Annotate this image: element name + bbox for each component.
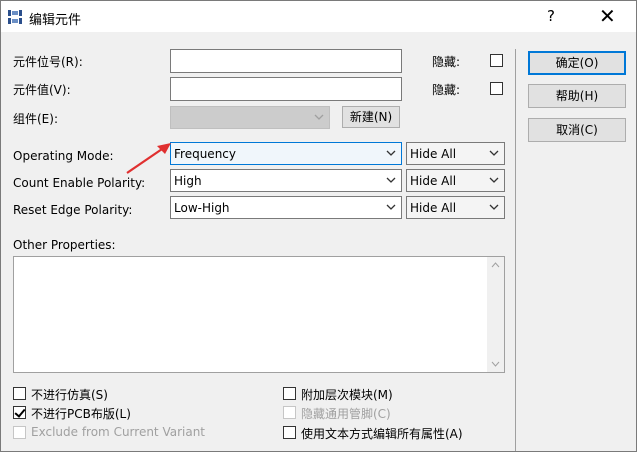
chevron-down-icon: [386, 177, 396, 183]
ok-button[interactable]: 确定(O): [528, 51, 626, 75]
chevron-down-icon: [489, 204, 499, 210]
other-properties-label: Other Properties:: [13, 238, 116, 252]
window-title: 编辑元件: [29, 13, 82, 28]
visibility-value: Hide All: [410, 147, 457, 161]
hide-common-pins-label: 隐藏通用管脚(C): [301, 407, 391, 421]
group-label: 组件(E):: [13, 112, 58, 126]
exclude-variant-label: Exclude from Current Variant: [31, 425, 206, 439]
chevron-down-icon: [386, 150, 396, 156]
hide-ref-checkbox[interactable]: [490, 54, 503, 67]
property-select-count-enable[interactable]: High: [170, 169, 402, 192]
property-value: Low-High: [174, 201, 230, 215]
visibility-select-count-enable[interactable]: Hide All: [406, 169, 505, 192]
visibility-value: Hide All: [410, 174, 457, 188]
separator: [515, 49, 516, 451]
close-icon[interactable]: ✕: [599, 4, 616, 28]
component-icon: [8, 10, 22, 24]
edit-all-text-checkbox[interactable]: [283, 426, 296, 439]
value-label: 元件值(V):: [13, 83, 71, 97]
attach-hier-label: 附加层次模块(M): [301, 388, 393, 402]
chevron-down-icon: [386, 204, 396, 210]
hide-label-value: 隐藏:: [432, 83, 461, 97]
edit-component-dialog: 编辑元件 ? ✕ 元件位号(R): 隐藏: 元件值(V): 隐藏: 组件(E):…: [0, 0, 637, 452]
exclude-sim-checkbox[interactable]: [13, 387, 26, 400]
visibility-select-reset-edge[interactable]: Hide All: [406, 196, 505, 219]
value-input[interactable]: [170, 77, 402, 101]
chevron-down-icon: [314, 114, 324, 120]
hide-label-ref: 隐藏:: [432, 55, 461, 69]
scrollbar[interactable]: [487, 257, 504, 372]
exclude-pcb-checkbox[interactable]: [13, 406, 26, 419]
property-select-reset-edge[interactable]: Low-High: [170, 196, 402, 219]
ref-input[interactable]: [170, 49, 402, 73]
hide-common-pins-checkbox[interactable]: [283, 406, 296, 419]
exclude-variant-checkbox[interactable]: [13, 426, 26, 439]
other-properties-textarea[interactable]: [13, 256, 505, 373]
new-button[interactable]: 新建(N): [342, 106, 400, 128]
chevron-down-icon: [489, 177, 499, 183]
help-icon[interactable]: ?: [547, 7, 555, 25]
scroll-down-icon[interactable]: [491, 361, 500, 367]
property-label-operating-mode: Operating Mode:: [13, 149, 114, 163]
scroll-up-icon[interactable]: [491, 262, 500, 268]
edit-all-text-label: 使用文本方式编辑所有属性(A): [301, 427, 463, 441]
annotation-arrow-icon: [126, 143, 171, 174]
ref-label: 元件位号(R):: [13, 55, 83, 69]
visibility-select-operating-mode[interactable]: Hide All: [406, 142, 505, 165]
exclude-sim-label: 不进行仿真(S): [31, 388, 108, 402]
chevron-down-icon: [489, 150, 499, 156]
attach-hier-checkbox[interactable]: [283, 387, 296, 400]
help-button[interactable]: 帮助(H): [528, 84, 626, 108]
group-select[interactable]: [170, 106, 330, 129]
property-label-reset-edge: Reset Edge Polarity:: [13, 203, 133, 217]
title-bar: 编辑元件 ? ✕: [1, 1, 636, 32]
property-select-operating-mode[interactable]: Frequency: [170, 142, 402, 165]
property-value: Frequency: [174, 147, 236, 161]
exclude-pcb-label: 不进行PCB布版(L): [31, 407, 131, 421]
hide-value-checkbox[interactable]: [490, 82, 503, 95]
visibility-value: Hide All: [410, 201, 457, 215]
cancel-button[interactable]: 取消(C): [528, 118, 626, 142]
